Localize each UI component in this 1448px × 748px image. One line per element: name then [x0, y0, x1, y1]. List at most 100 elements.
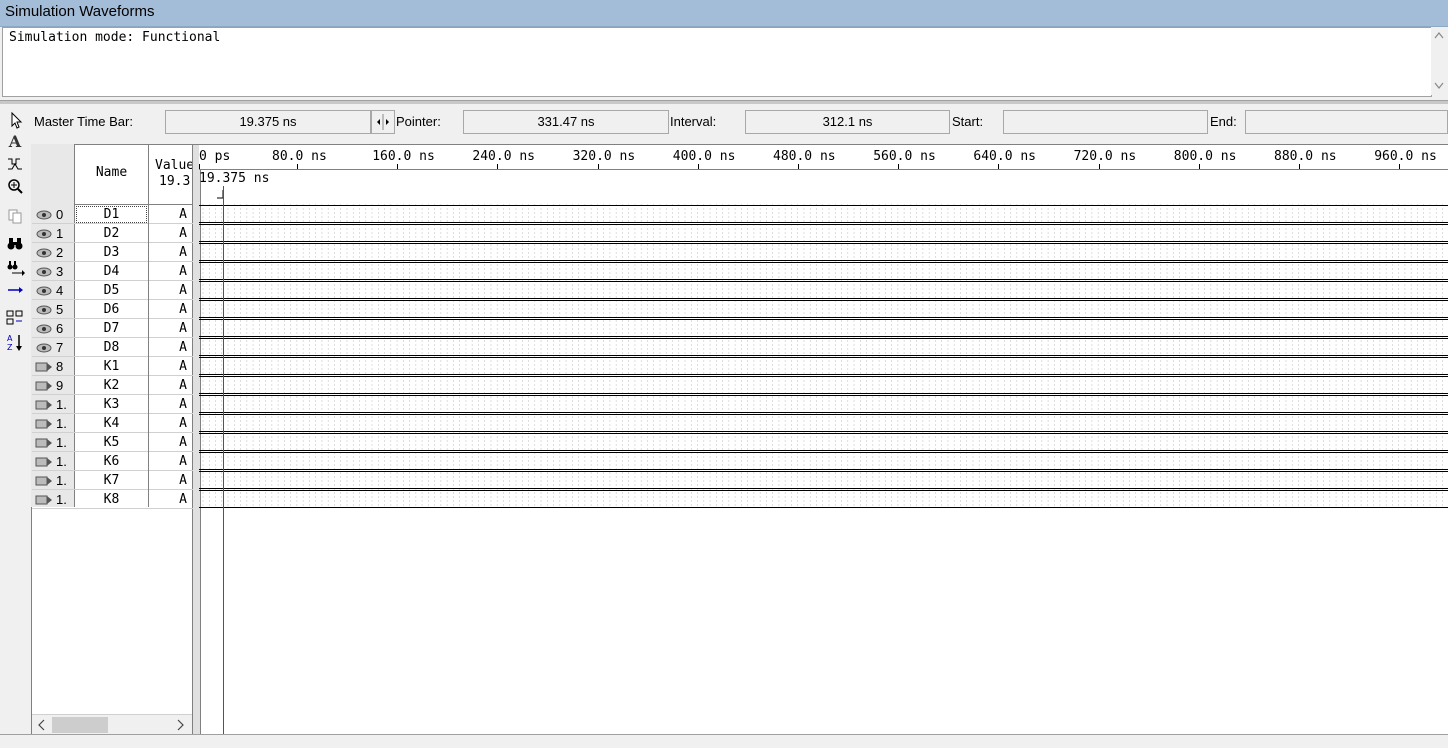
time-tick-label: 800.0 ns	[1173, 149, 1237, 164]
signal-index-cell[interactable]: 1.	[35, 490, 73, 509]
waveform-line[interactable]	[199, 317, 1448, 318]
messages-scrollbar[interactable]	[1431, 27, 1447, 95]
waveform-line[interactable]	[199, 222, 1448, 223]
waveform-editing-icon[interactable]	[4, 154, 26, 174]
panel-separator[interactable]	[0, 100, 1448, 104]
signal-index: 1.	[56, 435, 67, 450]
signal-value: A	[179, 283, 187, 298]
waveform-line[interactable]	[199, 412, 1448, 413]
group-icon[interactable]	[4, 308, 26, 328]
waveform-area[interactable]	[199, 204, 1448, 734]
signal-name[interactable]: D4	[75, 262, 148, 281]
zoom-icon[interactable]	[4, 176, 26, 196]
signal-index-cell[interactable]: 1.	[35, 471, 73, 490]
waveform-line[interactable]	[199, 319, 1448, 320]
signal-name[interactable]: K1	[75, 357, 148, 376]
waveform-line[interactable]	[199, 374, 1448, 375]
waveform-line[interactable]	[199, 357, 1448, 358]
waveform-line[interactable]	[199, 355, 1448, 356]
signal-index: 0	[56, 207, 64, 222]
waveform-line[interactable]	[199, 452, 1448, 453]
waveform-line[interactable]	[199, 507, 1448, 508]
signal-index-cell[interactable]: 9	[35, 376, 73, 395]
waveform-line[interactable]	[199, 338, 1448, 339]
signal-index-cell[interactable]: 4	[35, 281, 73, 300]
waveform-line[interactable]	[199, 469, 1448, 470]
waveform-line[interactable]	[199, 450, 1448, 451]
signal-value: A	[179, 226, 187, 241]
signal-name[interactable]: K8	[75, 490, 148, 509]
sort-icon[interactable]: AZ	[4, 332, 26, 352]
signal-name[interactable]: D3	[75, 243, 148, 262]
signal-index-cell[interactable]: 1	[35, 224, 73, 243]
time-bar-nudge-buttons[interactable]	[371, 110, 395, 134]
input-icon	[35, 438, 52, 448]
waveform-line[interactable]	[199, 414, 1448, 415]
time-tick-label: 80.0 ns	[272, 149, 327, 164]
master-time-bar-field[interactable]: 19.375 ns	[165, 110, 371, 134]
value-header-time: 19.3	[159, 174, 191, 189]
signal-name[interactable]: K2	[75, 376, 148, 395]
waveform-line[interactable]	[199, 431, 1448, 432]
find-icon[interactable]	[4, 234, 26, 254]
signal-index-cell[interactable]: 1.	[35, 414, 73, 433]
time-tick-label: 720.0 ns	[1073, 149, 1137, 164]
waveform-line[interactable]	[199, 376, 1448, 377]
signal-index: 1.	[56, 454, 67, 469]
waveform-line[interactable]	[199, 490, 1448, 491]
signal-index-cell[interactable]: 0	[35, 205, 73, 224]
signal-index-cell[interactable]: 1.	[35, 395, 73, 414]
end-field[interactable]	[1245, 110, 1448, 134]
signal-name[interactable]: D7	[75, 319, 148, 338]
signal-name[interactable]: K7	[75, 471, 148, 490]
waveform-line[interactable]	[199, 488, 1448, 489]
signal-index-cell[interactable]: 6	[35, 319, 73, 338]
waveform-line[interactable]	[199, 243, 1448, 244]
signal-index-cell[interactable]: 3	[35, 262, 73, 281]
signal-index-cell[interactable]: 7	[35, 338, 73, 357]
signal-name[interactable]: D1	[75, 205, 148, 224]
waveform-line[interactable]	[199, 281, 1448, 282]
signal-name[interactable]: D5	[75, 281, 148, 300]
waveform-line[interactable]	[199, 336, 1448, 337]
signal-index-cell[interactable]: 1.	[35, 452, 73, 471]
name-pane-scrollbar[interactable]	[32, 714, 192, 735]
waveform-line[interactable]	[199, 205, 1448, 206]
master-time-bar-line[interactable]	[223, 186, 224, 734]
waveform-line[interactable]	[199, 224, 1448, 225]
waveform-line[interactable]	[199, 433, 1448, 434]
signal-name[interactable]: K3	[75, 395, 148, 414]
waveform-line[interactable]	[199, 262, 1448, 263]
waveform-line[interactable]	[199, 298, 1448, 299]
signal-name[interactable]: D2	[75, 224, 148, 243]
signal-name[interactable]: K4	[75, 414, 148, 433]
signal-index: 3	[56, 264, 64, 279]
value-column-header[interactable]: Value 19.3	[149, 145, 194, 205]
waveform-line[interactable]	[199, 395, 1448, 396]
signal-index-cell[interactable]: 5	[35, 300, 73, 319]
waveform-line[interactable]	[199, 393, 1448, 394]
time-tick-label: 560.0 ns	[873, 149, 936, 164]
signal-name[interactable]: D6	[75, 300, 148, 319]
svg-text:A: A	[7, 334, 13, 343]
time-tick-label: 960.0 ns	[1374, 149, 1437, 164]
signal-value: A	[179, 245, 187, 260]
signal-name[interactable]: K5	[75, 433, 148, 452]
waveform-line[interactable]	[199, 471, 1448, 472]
signal-name[interactable]: D8	[75, 338, 148, 357]
copy-icon[interactable]	[4, 206, 26, 226]
signal-index-cell[interactable]: 1.	[35, 433, 73, 452]
waveform-line[interactable]	[199, 279, 1448, 280]
selection-arrow-icon[interactable]	[4, 110, 26, 130]
replace-icon[interactable]	[4, 258, 26, 278]
waveform-line[interactable]	[199, 260, 1448, 261]
start-field[interactable]	[1003, 110, 1208, 134]
waveform-line[interactable]	[199, 241, 1448, 242]
name-column-header[interactable]: Name	[75, 145, 149, 205]
text-tool-icon[interactable]: A	[4, 132, 26, 152]
signal-index-cell[interactable]: 8	[35, 357, 73, 376]
signal-index-cell[interactable]: 2	[35, 243, 73, 262]
waveform-line[interactable]	[199, 300, 1448, 301]
arrow-right-icon[interactable]	[4, 280, 26, 300]
signal-name[interactable]: K6	[75, 452, 148, 471]
